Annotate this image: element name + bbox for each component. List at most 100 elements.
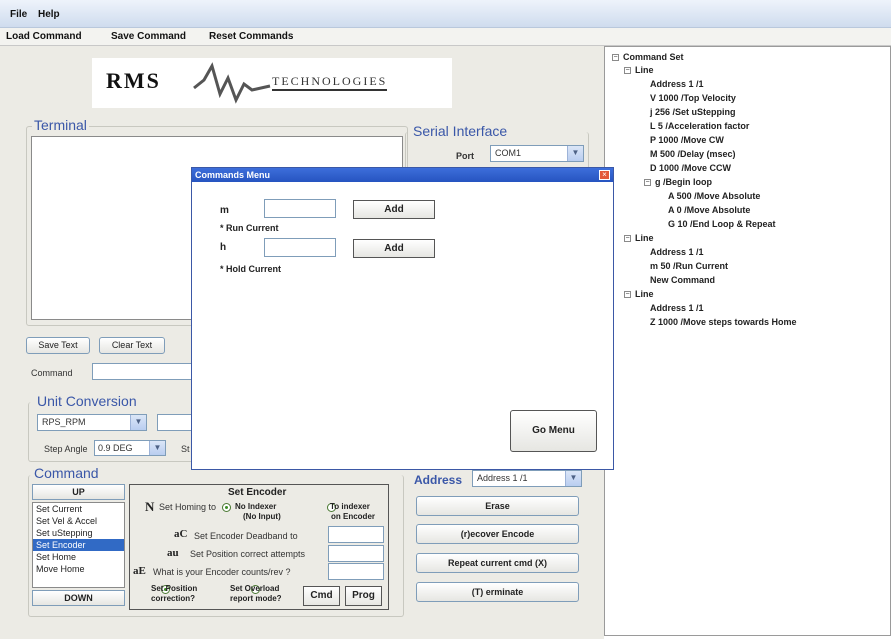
- tree-leaf[interactable]: A 500 /Move Absolute: [668, 191, 760, 201]
- counts-rev-input[interactable]: [328, 563, 384, 580]
- list-item[interactable]: Move Home: [33, 563, 124, 575]
- tree-node-line[interactable]: − Line: [624, 289, 654, 299]
- tree-leaf[interactable]: j 256 /Set uStepping: [650, 107, 736, 117]
- clear-text-button[interactable]: Clear Text: [99, 337, 165, 354]
- tree-node-line[interactable]: − Line: [624, 233, 654, 243]
- counts-rev-label: What is your Encoder counts/rev ?: [153, 567, 291, 577]
- port-label: Port: [456, 151, 474, 161]
- cmd-button[interactable]: Cmd: [303, 586, 340, 606]
- n-letter: N: [145, 499, 155, 514]
- m-label: m: [220, 205, 229, 216]
- command-list[interactable]: Set Current Set Vel & Accel Set uSteppin…: [32, 502, 125, 588]
- address-select[interactable]: Address 1 /1 ▼: [472, 470, 582, 487]
- logo-text-right: TECHNOLOGIES: [272, 74, 388, 91]
- terminate-button[interactable]: (T) erminate: [416, 582, 579, 602]
- h-label: h: [220, 242, 227, 253]
- terminal-label: Terminal: [32, 117, 89, 133]
- deadband-label: Set Encoder Deadband to: [194, 531, 298, 541]
- list-item[interactable]: Set Vel & Accel: [33, 515, 124, 527]
- chevron-down-icon: ▼: [130, 415, 146, 430]
- down-button[interactable]: DOWN: [32, 590, 125, 606]
- hold-current-input[interactable]: [264, 238, 336, 257]
- save-command-button[interactable]: Save Command: [111, 31, 186, 42]
- add-run-current-button[interactable]: Add: [353, 200, 435, 219]
- tree-leaf[interactable]: Z 1000 /Move steps towards Home: [650, 317, 797, 327]
- to-indexer-label: To indexer: [330, 502, 370, 511]
- collapse-icon[interactable]: −: [612, 54, 619, 61]
- erase-button[interactable]: Erase: [416, 496, 579, 516]
- chevron-down-icon: ▼: [565, 471, 581, 486]
- list-item[interactable]: Set uStepping: [33, 527, 124, 539]
- correct-attempts-input[interactable]: [328, 545, 384, 562]
- chevron-down-icon: ▼: [149, 441, 165, 455]
- tree-leaf[interactable]: New Command: [650, 275, 715, 285]
- port-select[interactable]: COM1 ▼: [490, 145, 584, 162]
- address-label: Address: [414, 473, 463, 487]
- collapse-icon[interactable]: −: [624, 291, 631, 298]
- units-select[interactable]: RPS_RPM ▼: [37, 414, 147, 431]
- deadband-input[interactable]: [328, 526, 384, 543]
- run-current-input[interactable]: [264, 199, 336, 218]
- tree-leaf[interactable]: L 5 /Acceleration factor: [650, 121, 749, 131]
- menu-bar: File Help: [0, 0, 891, 28]
- correct-attempts-label: Set Position correct attempts: [190, 549, 306, 559]
- close-icon[interactable]: ×: [599, 170, 610, 180]
- tree-leaf[interactable]: V 1000 /Top Velocity: [650, 93, 736, 103]
- address-value: Address 1 /1: [477, 473, 528, 483]
- command-label: Command: [31, 368, 73, 378]
- set-position-label: Set Position: [151, 584, 198, 593]
- logo-wave-icon: [193, 62, 271, 104]
- step-angle-value: 0.9 DEG: [98, 443, 133, 453]
- add-hold-current-button[interactable]: Add: [353, 239, 435, 258]
- tree-leaf[interactable]: D 1000 /Move CCW: [650, 163, 731, 173]
- command-input[interactable]: [92, 363, 192, 380]
- menu-file[interactable]: File: [10, 9, 27, 20]
- unit-value-input[interactable]: [157, 414, 193, 431]
- tree-node-line[interactable]: − Line: [624, 65, 654, 75]
- tree-leaf[interactable]: Address 1 /1: [650, 247, 704, 257]
- no-indexer-label: No Indexer: [235, 502, 277, 511]
- up-button[interactable]: UP: [32, 484, 125, 500]
- on-encoder-label: on Encoder: [331, 512, 376, 521]
- tree-leaf[interactable]: Address 1 /1: [650, 79, 704, 89]
- run-current-hint: * Run Current: [220, 223, 279, 233]
- collapse-icon[interactable]: −: [644, 179, 651, 186]
- ac-letter: aC: [174, 528, 188, 540]
- homing-label: Set Homing to: [159, 502, 217, 512]
- load-command-button[interactable]: Load Command: [6, 31, 82, 42]
- list-item[interactable]: Set Current: [33, 503, 124, 515]
- units-value: RPS_RPM: [42, 417, 86, 427]
- set-encoder-title: Set Encoder: [228, 487, 287, 498]
- report-mode-label: report mode?: [230, 594, 282, 603]
- menu-help[interactable]: Help: [38, 9, 60, 20]
- list-item[interactable]: Set Home: [33, 551, 124, 563]
- go-menu-button[interactable]: Go Menu: [510, 410, 597, 452]
- tree-leaf[interactable]: M 500 /Delay (msec): [650, 149, 736, 159]
- dialog-title: Commands Menu: [192, 168, 613, 182]
- no-indexer-radio[interactable]: [222, 503, 231, 512]
- list-item-selected[interactable]: Set Encoder: [33, 539, 124, 551]
- ae-letter: aE: [133, 565, 146, 577]
- logo-text-left: RMS: [106, 68, 161, 93]
- collapse-icon[interactable]: −: [624, 235, 631, 242]
- hold-current-hint: * Hold Current: [220, 264, 282, 274]
- tree-node-loop[interactable]: − g /Begin loop: [644, 177, 712, 187]
- toolbar: Load Command Save Command Reset Commands: [0, 28, 891, 46]
- tree-leaf[interactable]: P 1000 /Move CW: [650, 135, 724, 145]
- command-tree: − Command Set − Line Address 1 /1 V 1000 /…: [608, 52, 888, 352]
- correction-label: correction?: [151, 594, 196, 603]
- tree-node-root[interactable]: − Command Set: [612, 52, 684, 62]
- save-text-button[interactable]: Save Text: [26, 337, 90, 354]
- reset-commands-button[interactable]: Reset Commands: [209, 31, 293, 42]
- tree-leaf[interactable]: G 10 /End Loop & Repeat: [668, 219, 776, 229]
- tree-leaf[interactable]: A 0 /Move Absolute: [668, 205, 750, 215]
- repeat-command-button[interactable]: Repeat current cmd (X): [416, 553, 579, 573]
- recover-encoder-button[interactable]: (r)ecover Encode: [416, 524, 579, 544]
- prog-button[interactable]: Prog: [345, 586, 382, 606]
- tree-leaf[interactable]: Address 1 /1: [650, 303, 704, 313]
- tree-leaf[interactable]: m 50 /Run Current: [650, 261, 728, 271]
- set-overload-label: Set Overload: [230, 584, 280, 593]
- au-letter: au: [167, 547, 179, 559]
- step-angle-select[interactable]: 0.9 DEG ▼: [94, 440, 166, 456]
- collapse-icon[interactable]: −: [624, 67, 631, 74]
